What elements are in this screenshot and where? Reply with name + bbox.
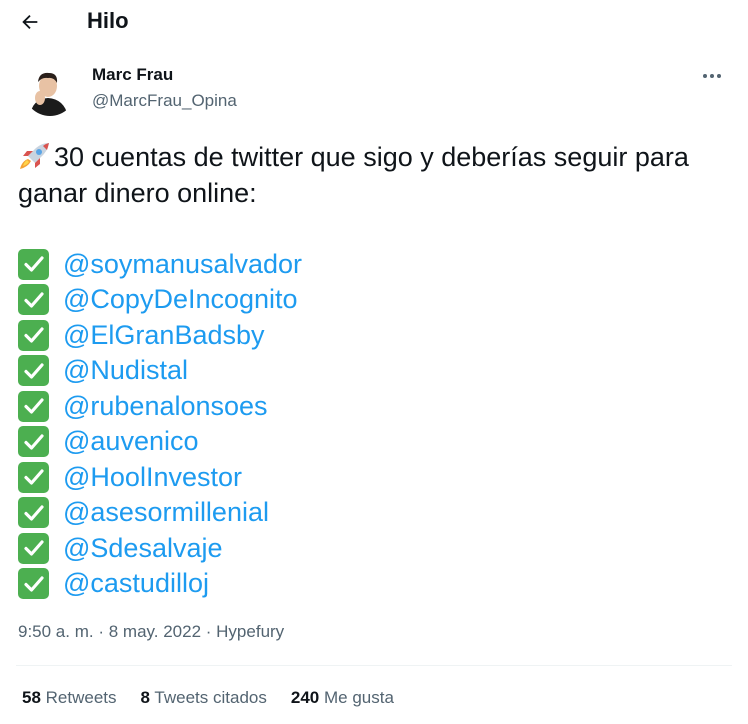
check-mark-button-icon (18, 426, 49, 458)
author-name[interactable]: Marc Frau (92, 65, 173, 85)
quote-tweets-stat[interactable]: 8 Tweets citados (141, 688, 267, 708)
mention-line: @ElGranBadsby (18, 318, 730, 354)
rocket-icon (20, 143, 49, 169)
back-button[interactable] (14, 6, 46, 38)
tweet-intro-text: 30 cuentas de twitter que sigo y debería… (18, 142, 689, 208)
mention-link[interactable]: @HoolInvestor (63, 460, 242, 496)
retweets-label: Retweets (45, 688, 117, 707)
mention-link[interactable]: @auvenico (63, 424, 199, 460)
thread-header: Hilo (0, 0, 748, 44)
check-mark-button-icon (18, 461, 49, 493)
check-mark-button-icon (18, 284, 49, 316)
tweet-meta: 9:50 a. m. · 8 may. 2022 · Hypefury (18, 622, 284, 642)
retweets-stat[interactable]: 58 Retweets (22, 688, 117, 708)
check-mark-button-icon (18, 355, 49, 387)
quotes-count: 8 (140, 688, 150, 707)
tweet-intro: 30 cuentas de twitter que sigo y debería… (18, 140, 730, 211)
more-dot (717, 74, 721, 78)
mention-link[interactable]: @Sdesalvaje (63, 531, 223, 567)
check-mark-button-icon (18, 568, 49, 600)
divider (16, 665, 732, 666)
tweet-stats: 58 Retweets 8 Tweets citados 240 Me gust… (22, 688, 394, 708)
tweet-time[interactable]: 9:50 a. m. (18, 622, 94, 641)
retweets-count: 58 (22, 688, 41, 707)
mention-link[interactable]: @asesormillenial (63, 495, 269, 531)
tweet-date[interactable]: 8 may. 2022 (109, 622, 201, 641)
likes-stat[interactable]: 240 Me gusta (291, 688, 394, 708)
mention-link[interactable]: @Nudistal (63, 353, 188, 389)
mention-link[interactable]: @CopyDeIncognito (63, 282, 298, 318)
mention-line: @Sdesalvaje (18, 531, 730, 567)
mention-line: @rubenalonsoes (18, 389, 730, 425)
mention-line: @HoolInvestor (18, 460, 730, 496)
tweet-source[interactable]: Hypefury (216, 622, 284, 641)
check-mark-button-icon (18, 532, 49, 564)
more-dot (703, 74, 707, 78)
mention-line: @auvenico (18, 424, 730, 460)
arrow-left-icon (22, 14, 38, 30)
more-options-button[interactable] (698, 66, 726, 86)
mention-line: @CopyDeIncognito (18, 282, 730, 318)
mention-link[interactable]: @soymanusalvador (63, 247, 302, 283)
check-mark-button-icon (18, 497, 49, 529)
mention-link[interactable]: @ElGranBadsby (63, 318, 265, 354)
meta-separator: · (98, 622, 109, 641)
tweet-author: Marc Frau @MarcFrau_Opina (16, 60, 732, 124)
mention-line: @soymanusalvador (18, 247, 730, 283)
likes-label: Me gusta (323, 688, 394, 707)
likes-count: 240 (290, 688, 320, 707)
mention-list: @soymanusalvador @CopyDeIncognito @ElGranB… (18, 247, 730, 602)
page-title: Hilo (87, 8, 129, 33)
check-mark-button-icon (18, 319, 49, 351)
check-mark-button-icon (18, 248, 49, 280)
mention-line: @castudilloj (18, 566, 730, 602)
mention-link[interactable]: @castudilloj (63, 566, 209, 602)
quotes-label: Tweets citados (154, 688, 267, 707)
meta-separator: · (205, 622, 217, 641)
tweet-text: 30 cuentas de twitter que sigo y debería… (18, 140, 730, 602)
mention-line: @asesormillenial (18, 495, 730, 531)
more-dot (710, 74, 714, 78)
avatar[interactable] (24, 64, 76, 116)
author-handle[interactable]: @MarcFrau_Opina (92, 91, 237, 111)
mention-line: @Nudistal (18, 353, 730, 389)
mention-link[interactable]: @rubenalonsoes (63, 389, 268, 425)
check-mark-button-icon (18, 390, 49, 422)
